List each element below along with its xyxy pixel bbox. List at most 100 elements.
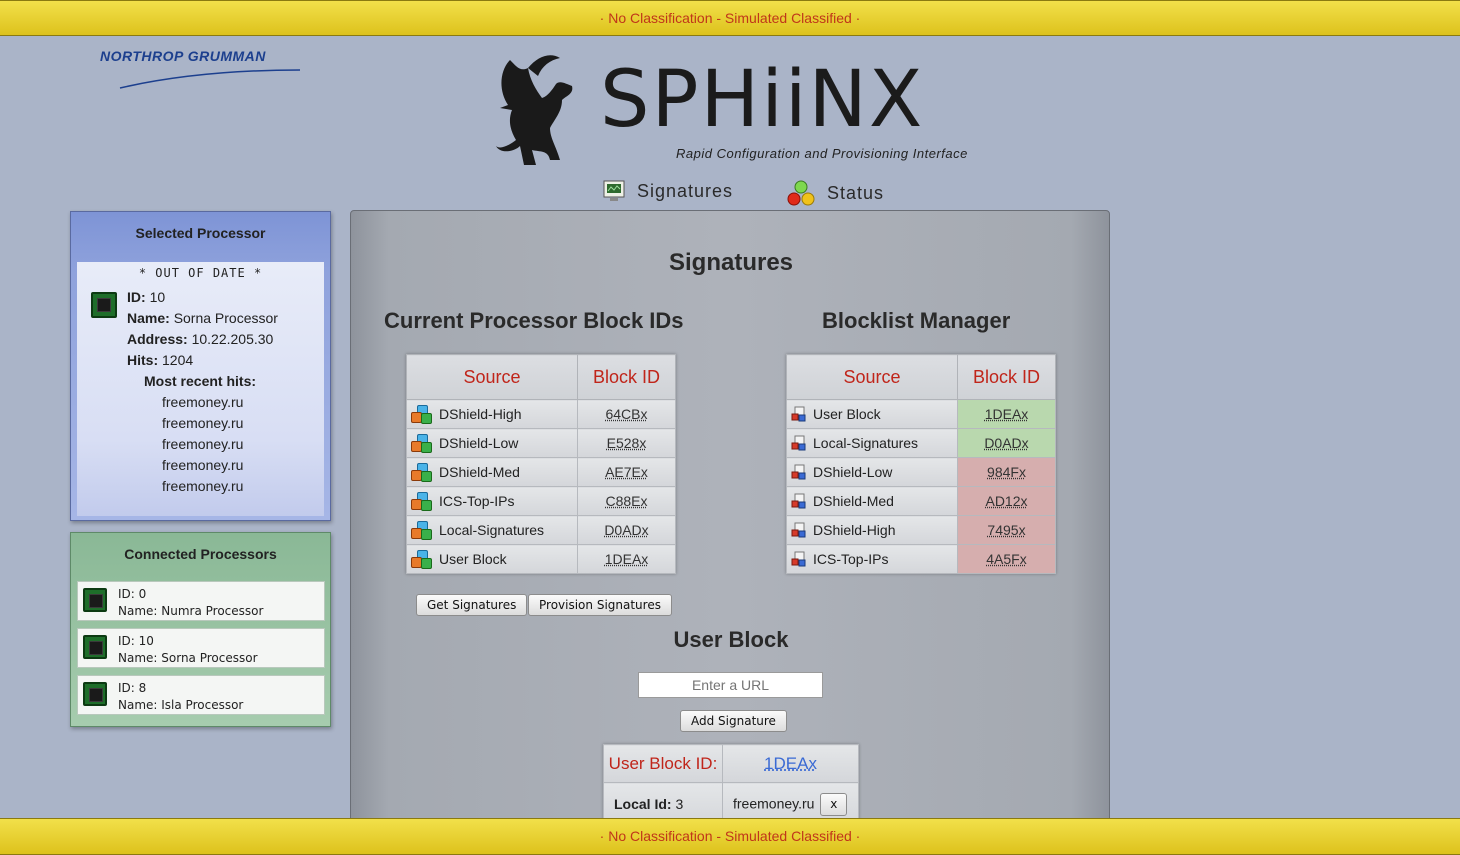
recent-hit-item: freemoney.ru [162,478,244,494]
source-cell: Local-Signatures [406,515,578,545]
source-name: ICS-Top-IPs [439,493,515,509]
user-block-table: User Block ID: 1DEAx Local Id: 3 freemon… [603,744,859,826]
selected-hits-row: Hits: 1204 [127,352,194,368]
signature-file-icon [791,406,807,422]
source-name: DShield-Med [813,493,894,509]
source-cell: DShield-Med [406,457,578,487]
selected-processor-title: Selected Processor [135,225,266,241]
block-id-cell[interactable]: D0ADx [577,515,676,545]
recent-hit-item: freemoney.ru [162,436,244,452]
source-name: ICS-Top-IPs [813,551,889,567]
recent-hit-item: freemoney.ru [162,394,244,410]
current-block-ids-table: Source Block ID DShield-High 64CBx DShield… [406,354,676,574]
col-header-source: Source [406,354,578,400]
database-cubes-icon [411,405,433,424]
classification-banner-top: · No Classification - Simulated Classifi… [0,0,1460,36]
signature-file-icon [791,551,807,567]
table-row: DShield-High 64CBx [406,399,676,429]
block-id-cell[interactable]: E528x [577,428,676,458]
processor-card[interactable]: ID: 8 Name: Isla Processor [77,675,325,715]
block-id-cell[interactable]: 984Fx [957,457,1056,487]
source-cell: DShield-Med [786,486,958,516]
nav-signatures[interactable]: Signatures [603,180,733,202]
selected-name-row: Name: Sorna Processor [127,310,278,326]
source-name: Local-Signatures [813,435,919,451]
processor-chip-icon [91,292,117,318]
recent-hit-item: freemoney.ru [162,457,244,473]
processor-name: Name: Sorna Processor [118,651,258,665]
database-cubes-icon [411,434,433,453]
blocklist-manager-title: Blocklist Manager [822,308,1011,333]
database-cubes-icon [411,550,433,569]
processor-card[interactable]: ID: 0 Name: Numra Processor [77,581,325,621]
table-row: User Block 1DEAx [786,399,1056,429]
signature-file-icon [791,464,807,480]
remove-entry-button[interactable]: x [820,792,848,816]
provision-signatures-button[interactable]: Provision Signatures [528,594,672,616]
out-of-date-status: * OUT OF DATE * [138,266,263,280]
processor-chip-icon [83,682,107,706]
recent-hits-label: Most recent hits: [144,373,257,389]
signature-file-icon [791,522,807,538]
source-cell: DShield-Low [406,428,578,458]
block-id-cell[interactable]: AD12x [957,486,1056,516]
table-row: ICS-Top-IPs C88Ex [406,486,676,516]
source-name: User Block [813,406,881,422]
table-row: DShield-Low 984Fx [786,457,1056,487]
app-subtitle: Rapid Configuration and Provisioning Int… [676,146,968,161]
col-header-block-id: Block ID [577,354,676,400]
table-row: DShield-Med AD12x [786,486,1056,516]
source-name: DShield-High [813,522,896,538]
block-id-cell[interactable]: AE7Ex [577,457,676,487]
processor-chip-icon [83,588,107,612]
nav-status-label: Status [827,182,885,203]
source-name: DShield-Low [813,464,893,480]
block-id-cell[interactable]: 1DEAx [957,399,1056,429]
source-cell: DShield-High [406,399,578,429]
source-cell: ICS-Top-IPs [786,544,958,574]
block-id-cell[interactable]: 7495x [957,515,1056,545]
signatures-main-panel: Signatures Current Processor Block IDs B… [350,210,1110,830]
monitor-icon [603,180,625,201]
table-row: DShield-Med AE7Ex [406,457,676,487]
add-signature-button[interactable]: Add Signature [680,710,787,732]
nav-signatures-label: Signatures [637,180,734,201]
processor-card[interactable]: ID: 10 Name: Sorna Processor [77,628,325,668]
app-brand: SPHiiNX Rapid Configuration and Provisio… [490,50,1000,170]
source-name: DShield-Med [439,464,520,480]
source-name: DShield-Low [439,435,519,451]
signature-file-icon [791,493,807,509]
traffic-lights-icon [787,180,815,206]
table-row: DShield-High 7495x [786,515,1056,545]
get-signatures-button[interactable]: Get Signatures [416,594,528,616]
processor-id: ID: 8 [118,681,147,695]
recent-hit-item: freemoney.ru [162,415,244,431]
processor-id: ID: 0 [118,587,147,601]
col-header-block-id: Block ID [957,354,1056,400]
source-name: User Block [439,551,507,567]
url-input[interactable] [638,672,823,698]
selected-processor-details: * OUT OF DATE * ID: 10 Name: Sorna Proce… [77,262,324,516]
user-block-id-link[interactable]: 1DEAx [722,744,859,783]
selected-processor-panel: Selected Processor * OUT OF DATE * ID: 1… [70,211,331,521]
block-id-cell[interactable]: 1DEAx [577,544,676,574]
griffin-logo-icon [496,55,573,165]
block-id-cell[interactable]: 4A5Fx [957,544,1056,574]
blocklist-manager-table: Source Block ID User Block 1DEAx Local-Sig… [786,354,1056,574]
source-cell: Local-Signatures [786,428,958,458]
table-row: Local-Signatures D0ADx [786,428,1056,458]
company-logo: NORTHROP GRUMMAN [100,48,301,89]
table-row: Local-Signatures D0ADx [406,515,676,545]
processor-id: ID: 10 [118,634,154,648]
page-title: Signatures [668,249,794,276]
block-id-cell[interactable]: 64CBx [577,399,676,429]
block-id-cell[interactable]: D0ADx [957,428,1056,458]
source-cell: DShield-Low [786,457,958,487]
processor-name: Name: Numra Processor [118,604,264,618]
classification-banner-bottom: · No Classification - Simulated Classifi… [0,818,1460,855]
table-row: User Block 1DEAx [406,544,676,574]
table-row: DShield-Low E528x [406,428,676,458]
nav-status[interactable]: Status [787,180,884,206]
source-name: Local-Signatures [439,522,545,538]
block-id-cell[interactable]: C88Ex [577,486,676,516]
